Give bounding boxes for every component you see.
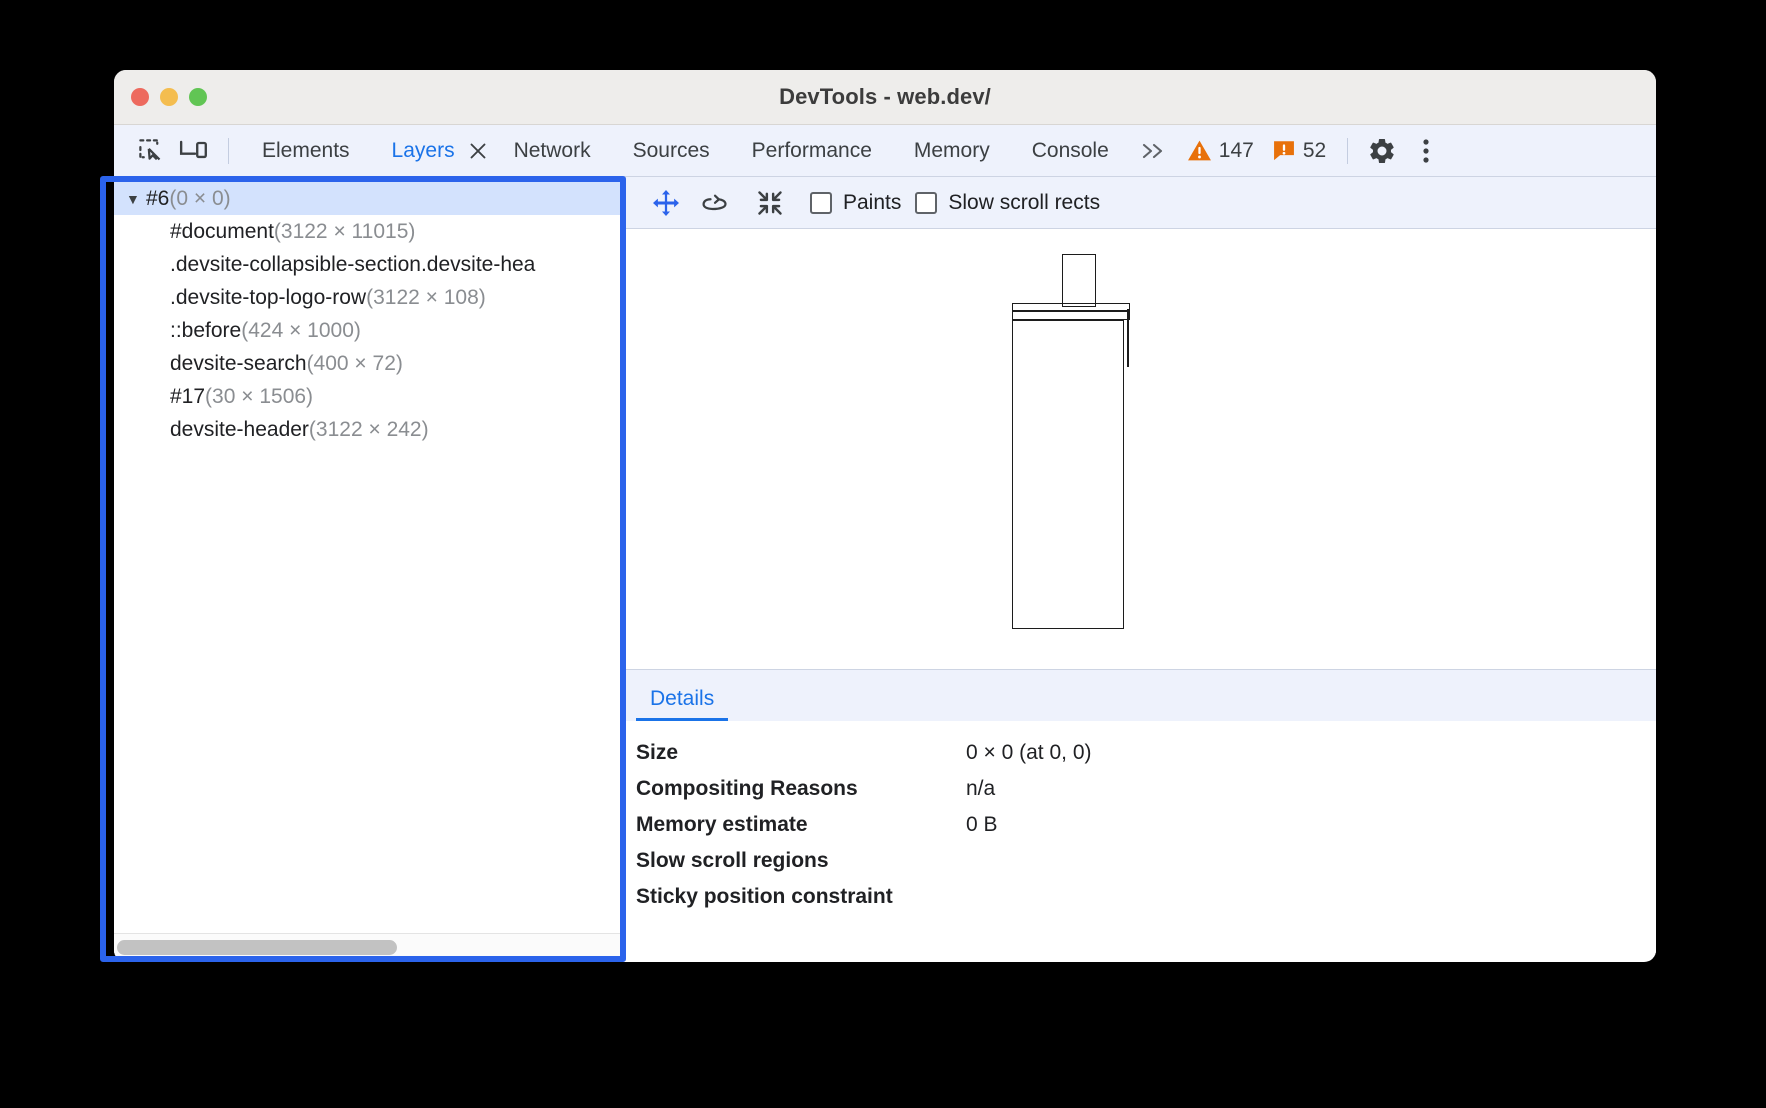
detail-key: Slow scroll regions bbox=[636, 849, 966, 873]
layer-tree-row-3[interactable]: .devsite-top-logo-row (3122 × 108) bbox=[114, 281, 625, 314]
slow-scroll-rects-label: Slow scroll rects bbox=[948, 191, 1100, 215]
layer-dims: (30 × 1506) bbox=[205, 385, 313, 409]
layers-toolbar: Paints Slow scroll rects bbox=[626, 177, 1656, 229]
layer-name: #17 bbox=[170, 385, 205, 409]
slow-scroll-rects-checkbox-item[interactable]: Slow scroll rects bbox=[915, 191, 1100, 215]
layer-tree-row-5[interactable]: devsite-search (400 × 72) bbox=[114, 347, 625, 380]
tab-elements[interactable]: Elements bbox=[241, 129, 371, 173]
layers-3d-canvas[interactable] bbox=[626, 229, 1656, 669]
layer-tree-panel: ▼ #6 (0 × 0) #document (3122 × 11015) .d… bbox=[114, 177, 626, 961]
paints-checkbox-item[interactable]: Paints bbox=[810, 191, 901, 215]
layer-name: #document bbox=[170, 220, 274, 244]
detail-key: Sticky position constraint bbox=[636, 885, 966, 909]
layer-dims: (3122 × 108) bbox=[366, 286, 486, 310]
error-square-icon bbox=[1272, 139, 1296, 162]
error-count-label: 52 bbox=[1303, 139, 1326, 163]
layer-tree-row-2[interactable]: .devsite-collapsible-section.devsite-hea bbox=[114, 248, 625, 281]
detail-row-size: Size 0 × 0 (at 0, 0) bbox=[636, 735, 1656, 771]
minimize-window-button[interactable] bbox=[160, 88, 178, 106]
kebab-menu-icon[interactable] bbox=[1404, 131, 1448, 171]
layer-tree-row-4[interactable]: ::before (424 × 1000) bbox=[114, 314, 625, 347]
paints-checkbox[interactable] bbox=[810, 192, 832, 214]
error-count[interactable]: 52 bbox=[1263, 139, 1335, 163]
detail-key: Size bbox=[636, 741, 966, 765]
device-toolbar-icon[interactable] bbox=[172, 131, 216, 171]
layer-box-side-edge[interactable] bbox=[1127, 309, 1129, 367]
warning-count-label: 147 bbox=[1219, 139, 1254, 163]
tabbar-divider-right bbox=[1347, 138, 1348, 164]
layers-viewer-panel: Paints Slow scroll rects bbox=[626, 177, 1656, 961]
scrollbar-thumb[interactable] bbox=[117, 940, 397, 955]
layer-dims: (3122 × 11015) bbox=[274, 220, 415, 244]
close-icon[interactable] bbox=[463, 129, 493, 173]
window-titlebar: DevTools - web.dev/ bbox=[114, 70, 1656, 125]
tab-performance[interactable]: Performance bbox=[731, 129, 893, 173]
details-body: Size 0 × 0 (at 0, 0) Compositing Reasons… bbox=[626, 721, 1656, 961]
layer-box-strip-2[interactable] bbox=[1012, 311, 1130, 320]
traffic-lights bbox=[131, 88, 207, 106]
detail-row-slow-scroll-regions: Slow scroll regions bbox=[636, 843, 1656, 879]
detail-key: Compositing Reasons bbox=[636, 777, 966, 801]
layer-tree-horizontal-scrollbar[interactable] bbox=[114, 933, 625, 961]
detail-row-sticky-position-constraint: Sticky position constraint bbox=[636, 879, 1656, 915]
devtools-body: ▼ #6 (0 × 0) #document (3122 × 11015) .d… bbox=[114, 177, 1656, 961]
detail-value: n/a bbox=[966, 777, 995, 801]
layer-tree-row-0[interactable]: ▼ #6 (0 × 0) bbox=[114, 182, 625, 215]
layer-name: ::before bbox=[170, 319, 241, 343]
layer-box-strip-1[interactable] bbox=[1012, 303, 1130, 311]
warning-count[interactable]: 147 bbox=[1178, 139, 1263, 163]
tab-sources[interactable]: Sources bbox=[612, 129, 731, 173]
window-title: DevTools - web.dev/ bbox=[779, 84, 991, 110]
layer-dims: (3122 × 242) bbox=[309, 418, 429, 442]
layer-tree-list[interactable]: ▼ #6 (0 × 0) #document (3122 × 11015) .d… bbox=[114, 177, 625, 933]
detail-row-memory-estimate: Memory estimate 0 B bbox=[636, 807, 1656, 843]
details-tabbar: Details bbox=[626, 669, 1656, 721]
tabbar-divider bbox=[228, 138, 229, 164]
detail-key: Memory estimate bbox=[636, 813, 966, 837]
slow-scroll-rects-checkbox[interactable] bbox=[915, 192, 937, 214]
screen: DevTools - web.dev/ Elements Layers bbox=[0, 0, 1766, 1108]
tab-network[interactable]: Network bbox=[493, 129, 612, 173]
layer-tree-row-1[interactable]: #document (3122 × 11015) bbox=[114, 215, 625, 248]
layer-name: devsite-header bbox=[170, 418, 309, 442]
tab-console[interactable]: Console bbox=[1011, 129, 1130, 173]
layer-dims: (0 × 0) bbox=[169, 187, 230, 211]
layer-dims: (400 × 72) bbox=[307, 352, 403, 376]
tab-layers[interactable]: Layers bbox=[371, 129, 463, 173]
close-window-button[interactable] bbox=[131, 88, 149, 106]
layer-box-document[interactable] bbox=[1012, 320, 1124, 629]
chevron-down-icon[interactable]: ▼ bbox=[126, 192, 146, 206]
maximize-window-button[interactable] bbox=[189, 88, 207, 106]
warning-triangle-icon bbox=[1187, 139, 1212, 162]
double-chevron-right-icon[interactable] bbox=[1130, 141, 1178, 161]
layer-box-small-top[interactable] bbox=[1062, 254, 1096, 307]
layer-dims: (424 × 1000) bbox=[241, 319, 361, 343]
layer-name: #6 bbox=[146, 187, 169, 211]
detail-value: 0 B bbox=[966, 813, 998, 837]
pan-mode-icon[interactable] bbox=[640, 183, 692, 223]
devtools-window: DevTools - web.dev/ Elements Layers bbox=[114, 70, 1656, 962]
devtools-tabbar: Elements Layers Network Sources Performa… bbox=[114, 125, 1656, 177]
gear-icon[interactable] bbox=[1360, 131, 1404, 171]
paints-label: Paints bbox=[843, 191, 901, 215]
layer-name: .devsite-top-logo-row bbox=[170, 286, 366, 310]
reset-transform-icon[interactable] bbox=[744, 183, 796, 223]
detail-value: 0 × 0 (at 0, 0) bbox=[966, 741, 1092, 765]
rotate-mode-icon[interactable] bbox=[692, 183, 744, 223]
tab-details[interactable]: Details bbox=[636, 688, 728, 721]
layer-name: .devsite-collapsible-section.devsite-hea bbox=[170, 253, 535, 277]
layer-tree-row-6[interactable]: #17 (30 × 1506) bbox=[114, 380, 625, 413]
detail-row-compositing-reasons: Compositing Reasons n/a bbox=[636, 771, 1656, 807]
inspect-element-icon[interactable] bbox=[128, 131, 172, 171]
tab-memory[interactable]: Memory bbox=[893, 129, 1011, 173]
layer-tree-row-7[interactable]: devsite-header (3122 × 242) bbox=[114, 413, 625, 446]
layer-name: devsite-search bbox=[170, 352, 307, 376]
